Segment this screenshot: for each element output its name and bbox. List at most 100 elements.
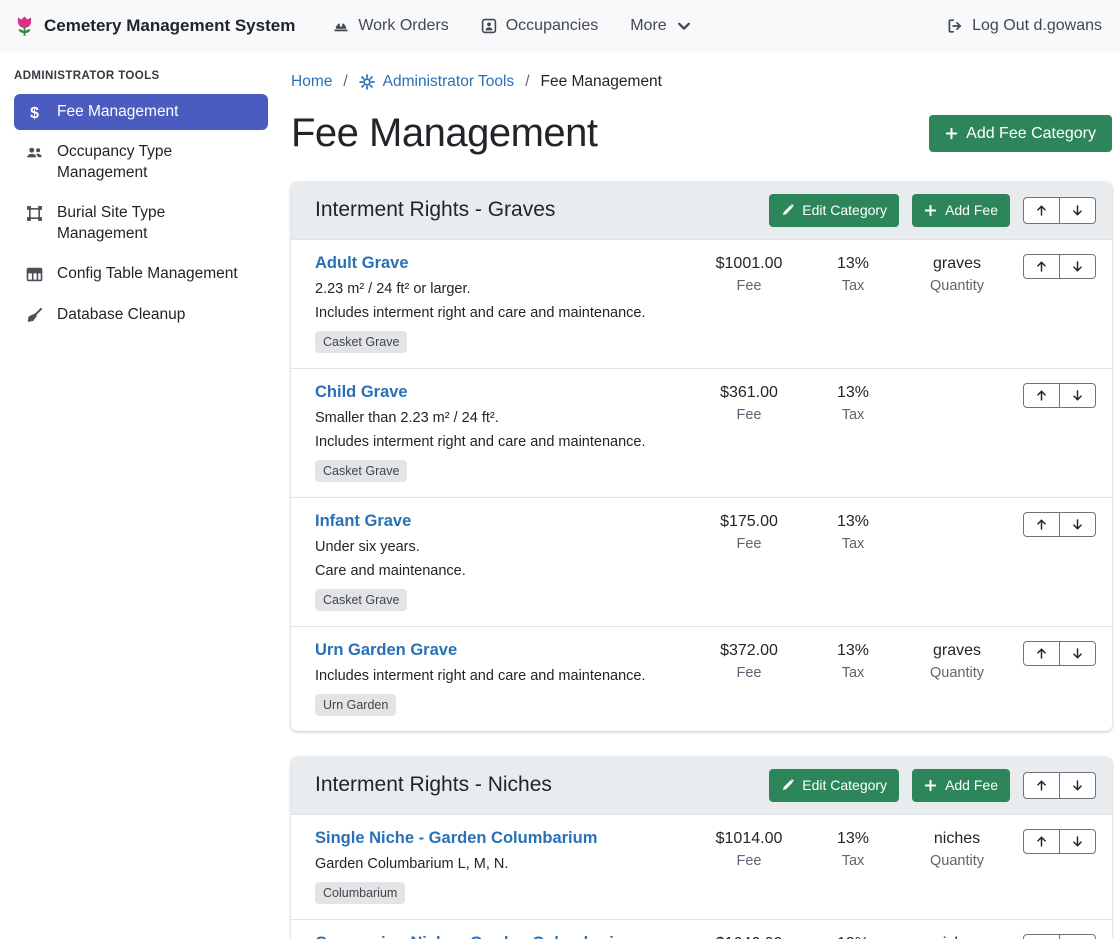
arrow-down-icon (1071, 779, 1084, 792)
move-fee-down-button[interactable] (1059, 383, 1096, 408)
arrow-down-icon (1071, 204, 1084, 217)
move-category-down-button[interactable] (1059, 197, 1096, 224)
move-fee-up-button[interactable] (1023, 829, 1060, 854)
occupancy-icon (481, 18, 497, 34)
fee-description: Includes interment right and care and ma… (315, 305, 687, 321)
fee-amount-value: $175.00 (697, 513, 801, 531)
fee-tax-label: Tax (801, 278, 905, 294)
sidebar-item-burial-site-type-management[interactable]: Burial Site Type Management (14, 195, 268, 252)
arrow-up-icon (1035, 204, 1048, 217)
sidebar-item-config-table-management[interactable]: Config Table Management (14, 256, 268, 292)
vector-square-icon (24, 205, 44, 222)
fee-tax-value: 13% (801, 935, 905, 939)
edit-category-button[interactable]: Edit Category (769, 769, 899, 802)
gear-icon (359, 74, 375, 90)
fee-amount-label: Fee (697, 278, 801, 294)
fee-info: Adult Grave 2.23 m² / 24 ft² or larger.I… (315, 254, 697, 353)
arrow-up-icon (1035, 779, 1048, 792)
fee-amount-label: Fee (697, 407, 801, 423)
fee-name-link[interactable]: Single Niche - Garden Columbarium (315, 829, 597, 848)
fee-quantity-label: Quantity (905, 665, 1009, 681)
fee-name-link[interactable]: Child Grave (315, 383, 408, 402)
fee-amount-label: Fee (697, 536, 801, 552)
move-fee-up-button[interactable] (1023, 512, 1060, 537)
fee-row-adult-grave: Adult Grave 2.23 m² / 24 ft² or larger.I… (291, 239, 1112, 368)
fee-tag: Urn Garden (315, 694, 396, 716)
breadcrumb: Home / Administrator Tools / Fee Managem… (291, 73, 1112, 91)
category-title: Interment Rights - Graves (315, 198, 555, 222)
move-category-up-button[interactable] (1023, 197, 1060, 224)
move-fee-down-button[interactable] (1059, 934, 1096, 939)
fee-quantity-column (905, 383, 1009, 384)
move-fee-up-button[interactable] (1023, 641, 1060, 666)
page-title: Fee Management (291, 111, 598, 156)
edit-category-label: Edit Category (802, 202, 887, 219)
fee-name-link[interactable]: Urn Garden Grave (315, 641, 457, 660)
sidebar-item-fee-management[interactable]: $ Fee Management (14, 94, 268, 130)
fee-tax-value: 13% (801, 513, 905, 531)
fee-row-companion-niche-garden-columbarium: Companion Niche - Garden Columbarium Gar… (291, 919, 1112, 939)
fee-tag: Casket Grave (315, 331, 407, 353)
move-fee-up-button[interactable] (1023, 934, 1060, 939)
arrow-down-icon (1071, 389, 1084, 402)
fee-amount-label: Fee (697, 853, 801, 869)
fee-tax-label: Tax (801, 853, 905, 869)
nav-more[interactable]: More (614, 9, 707, 43)
page-header: Fee Management Add Fee Category (291, 111, 1112, 156)
fee-quantity-label: Quantity (905, 853, 1009, 869)
nav-occupancies[interactable]: Occupancies (465, 9, 615, 43)
plus-icon (924, 779, 937, 792)
logout-link[interactable]: Log Out d.gowans (931, 9, 1102, 43)
main-nav: Work Orders Occupancies More (317, 9, 707, 43)
breadcrumb-admin-link[interactable]: Administrator Tools (359, 73, 515, 91)
app-brand[interactable]: Cemetery Management System (14, 15, 295, 37)
sidebar-item-label: Config Table Management (57, 264, 238, 284)
add-fee-category-button[interactable]: Add Fee Category (929, 115, 1112, 152)
fee-name-link[interactable]: Adult Grave (315, 254, 409, 273)
svg-text:$: $ (30, 105, 39, 121)
move-fee-up-button[interactable] (1023, 254, 1060, 279)
move-fee-down-button[interactable] (1059, 512, 1096, 537)
users-icon (24, 144, 44, 161)
fee-amount-value: $372.00 (697, 642, 801, 660)
fee-tag: Casket Grave (315, 589, 407, 611)
add-fee-button[interactable]: Add Fee (912, 769, 1010, 802)
fee-tax-label: Tax (801, 665, 905, 681)
fee-reorder-group (1023, 512, 1096, 537)
fee-reorder-group (1023, 383, 1096, 408)
move-category-down-button[interactable] (1059, 772, 1096, 799)
dollar-icon: $ (24, 104, 44, 121)
add-fee-category-label: Add Fee Category (966, 124, 1096, 143)
fee-name-link[interactable]: Infant Grave (315, 512, 411, 531)
move-fee-down-button[interactable] (1059, 829, 1096, 854)
move-fee-down-button[interactable] (1059, 254, 1096, 279)
fee-reorder-group (1023, 934, 1096, 939)
breadcrumb-admin-label: Administrator Tools (383, 73, 515, 91)
fee-tax-column: 13% Tax (801, 383, 905, 423)
move-fee-down-button[interactable] (1059, 641, 1096, 666)
fee-amount-label: Fee (697, 665, 801, 681)
fee-quantity-column: graves Quantity (905, 254, 1009, 294)
fee-tax-column: 13% Tax (801, 512, 905, 552)
category-actions: Edit Category Add Fee (769, 194, 1096, 227)
fee-tax-column: 13% Tax (801, 829, 905, 869)
fee-name-link[interactable]: Companion Niche - Garden Columbarium (315, 934, 639, 939)
categories: Interment Rights - Graves Edit Category … (291, 182, 1112, 939)
sidebar-item-occupancy-type-management[interactable]: Occupancy Type Management (14, 134, 268, 191)
nav-work-orders[interactable]: Work Orders (317, 9, 464, 43)
sidebar-item-database-cleanup[interactable]: Database Cleanup (14, 297, 268, 333)
edit-category-button[interactable]: Edit Category (769, 194, 899, 227)
arrow-down-icon (1071, 835, 1084, 848)
fee-quantity-column: niches Quantity (905, 934, 1009, 939)
move-fee-up-button[interactable] (1023, 383, 1060, 408)
category-title: Interment Rights - Niches (315, 773, 552, 797)
fee-amount-column: $361.00 Fee (697, 383, 801, 423)
fee-row-child-grave: Child Grave Smaller than 2.23 m² / 24 ft… (291, 368, 1112, 497)
fee-description: Includes interment right and care and ma… (315, 434, 687, 450)
add-fee-button[interactable]: Add Fee (912, 194, 1010, 227)
breadcrumb-home-link[interactable]: Home (291, 73, 332, 91)
move-category-up-button[interactable] (1023, 772, 1060, 799)
arrow-up-icon (1035, 389, 1048, 402)
breadcrumb-separator: / (343, 73, 347, 91)
nav-occupancies-label: Occupancies (506, 17, 599, 35)
